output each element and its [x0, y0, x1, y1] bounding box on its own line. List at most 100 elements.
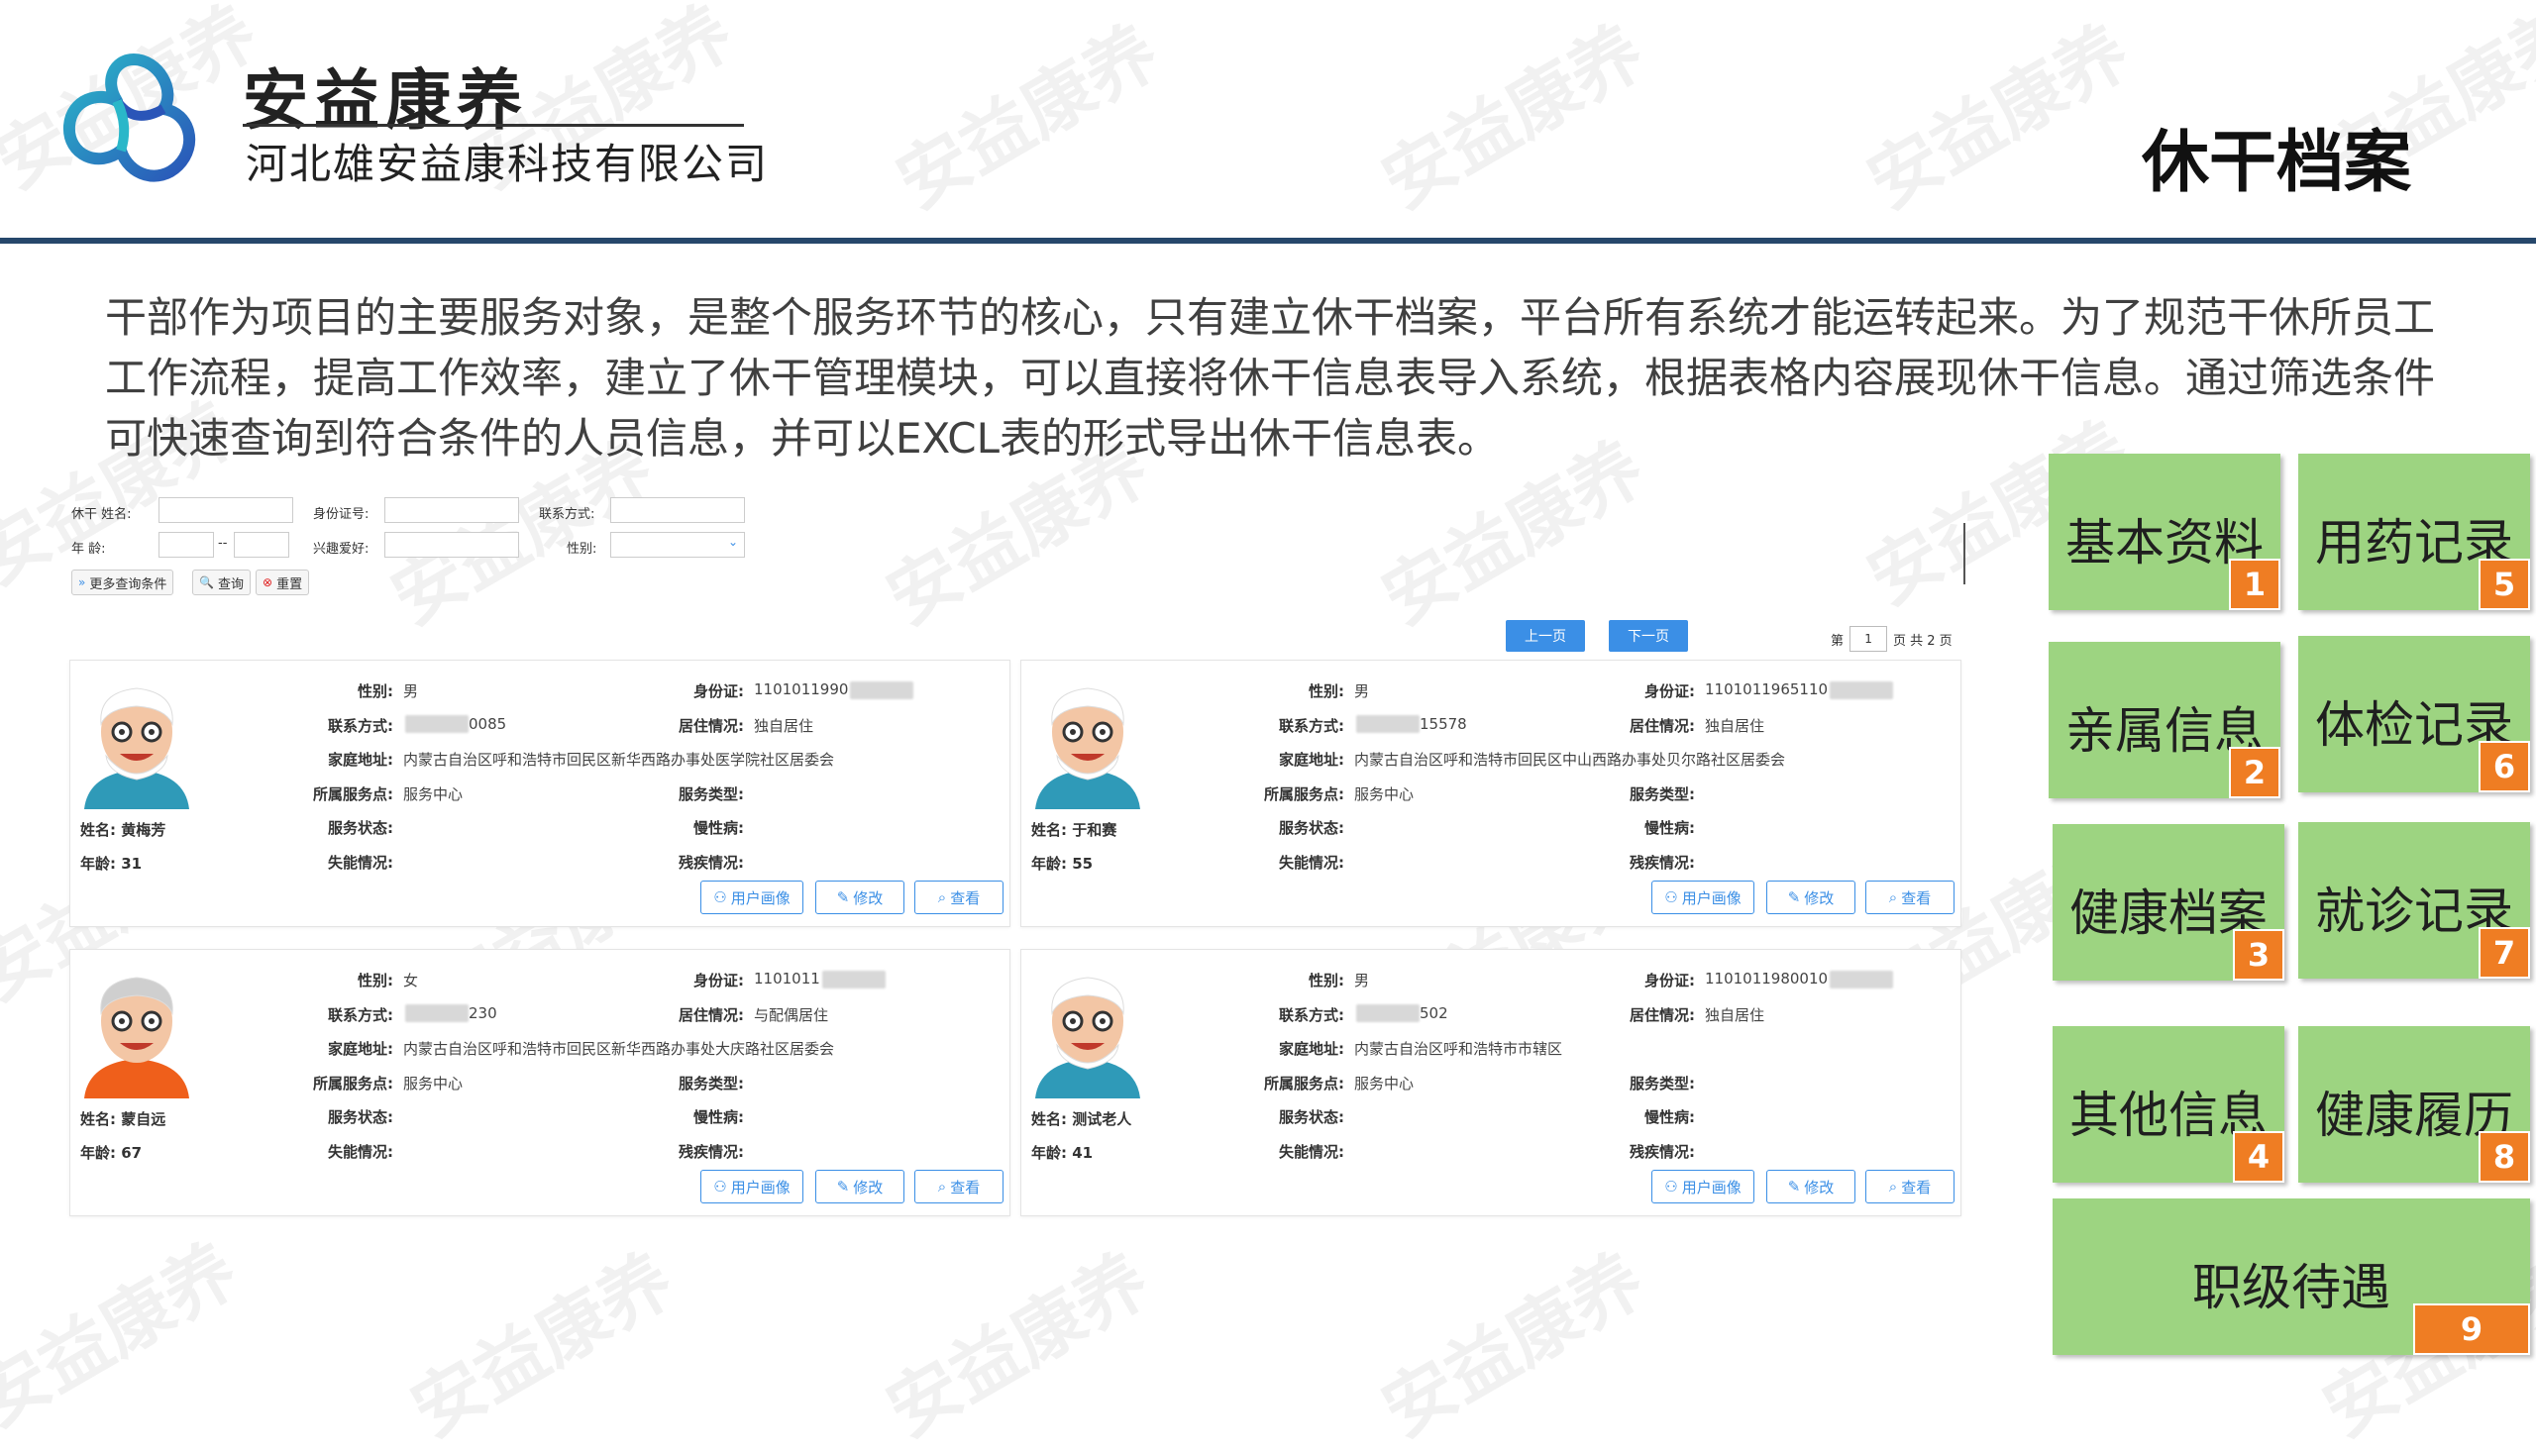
person-age: 年龄: 31: [80, 855, 143, 873]
field-value-living: 独自居住: [754, 716, 814, 735]
hobby-input[interactable]: [384, 532, 519, 558]
watermark-text: 安益康养: [873, 1237, 1162, 1453]
user-portrait-button[interactable]: ⚇ 用户画像: [1651, 881, 1754, 914]
chevron-down-icon: ⌄: [727, 535, 738, 549]
field-value-address: 内蒙古自治区呼和浩特市市辖区: [1354, 1040, 1563, 1058]
age-label: 年 龄:: [71, 542, 106, 557]
field-label: 身份证:: [693, 682, 744, 700]
view-button[interactable]: ⌕ 查看: [1865, 1170, 1955, 1203]
id-input[interactable]: [384, 497, 519, 523]
next-page-button[interactable]: 下一页: [1609, 620, 1688, 652]
edit-button[interactable]: ✎ 修改: [1766, 1170, 1855, 1203]
field-label: 联系方式:: [328, 1005, 393, 1024]
age-min-input[interactable]: [158, 532, 214, 558]
double-chevron-down-icon: »: [78, 575, 86, 589]
tile-health-record[interactable]: 健康档案 3: [2053, 824, 2284, 981]
more-conditions-button[interactable]: » 更多查询条件: [71, 570, 174, 595]
field-value-address: 内蒙古自治区呼和浩特市回民区新华西路办事处医学院社区居委会: [403, 751, 835, 769]
field-label: 失能情况:: [1279, 1142, 1344, 1161]
prev-page-button[interactable]: 上一页: [1506, 620, 1585, 652]
reset-button[interactable]: ⊗ 重置: [256, 570, 310, 595]
field-value-living: 与配偶居住: [754, 1005, 829, 1024]
field-value-gender: 男: [403, 682, 419, 700]
edit-button[interactable]: ✎ 修改: [1766, 881, 1855, 914]
field-value-gender: 男: [1354, 972, 1370, 989]
button-label: 用户画像: [1681, 1178, 1742, 1196]
tile-other-info[interactable]: 其他信息 4: [2053, 1026, 2284, 1183]
field-value-contact: 230: [403, 1004, 497, 1022]
edit-button[interactable]: ✎ 修改: [815, 1170, 904, 1203]
person-card: 姓名: 蒙自远 年龄: 67 性别: 女联系方式: 230 家庭地址: 内蒙古自治区呼和浩特…: [69, 949, 1010, 1216]
field-label: 服务类型:: [1630, 784, 1695, 803]
edit-button[interactable]: ✎ 修改: [815, 881, 904, 914]
name-label: 休干 姓名:: [71, 507, 132, 522]
user-portrait-button[interactable]: ⚇ 用户画像: [700, 881, 803, 914]
field-value-address: 内蒙古自治区呼和浩特市回民区新华西路办事处大庆路社区居委会: [403, 1040, 835, 1058]
tile-health-history[interactable]: 健康履历 8: [2298, 1026, 2530, 1183]
field-label: 慢性病:: [1644, 1108, 1695, 1126]
search-icon: 🔍: [199, 575, 214, 589]
masked-value: [1356, 715, 1420, 733]
gender-label: 性别:: [567, 542, 597, 557]
intro-paragraph: 干部作为项目的主要服务对象，是整个服务环节的核心，只有建立休干档案，平台所有系统…: [105, 293, 2436, 463]
name-input[interactable]: [158, 497, 293, 523]
tile-checkup[interactable]: 体检记录 6: [2298, 636, 2530, 792]
field-label: 失能情况:: [328, 853, 393, 872]
field-label: 性别:: [1309, 682, 1344, 700]
pager-prefix: 第: [1831, 633, 1845, 649]
tile-basic-info[interactable]: 基本资料 1: [2049, 454, 2280, 610]
field-label: 联系方式:: [1279, 1005, 1344, 1024]
field-label: 家庭地址:: [1279, 751, 1344, 769]
field-label: 性别:: [1309, 972, 1344, 989]
view-button[interactable]: ⌕ 查看: [1865, 881, 1955, 914]
page-number-input[interactable]: 1: [1849, 626, 1888, 652]
tile-rank-benefits[interactable]: 职级待遇 9: [2053, 1198, 2530, 1355]
field-label: 居住情况:: [1630, 716, 1695, 735]
tile-badge: 5: [2479, 559, 2530, 610]
view-button[interactable]: ⌕ 查看: [914, 1170, 1004, 1203]
contact-input[interactable]: [610, 497, 745, 523]
field-label: 失能情况:: [328, 1142, 393, 1161]
view-button[interactable]: ⌕ 查看: [914, 881, 1004, 914]
field-label: 服务状态:: [328, 819, 393, 837]
tile-medication[interactable]: 用药记录 5: [2298, 454, 2530, 610]
user-portrait-button[interactable]: ⚇ 用户画像: [1651, 1170, 1754, 1203]
gender-select[interactable]: ⌄: [610, 532, 745, 558]
person-name: 姓名: 测试老人: [1031, 1110, 1132, 1128]
query-button[interactable]: 🔍 查询: [192, 570, 251, 595]
person-name: 姓名: 黄梅芳: [80, 821, 166, 839]
search-icon: ⌕: [937, 1178, 947, 1196]
masked-value: [1830, 680, 1894, 699]
button-label: 修改: [853, 1178, 884, 1196]
watermark-text: 安益康养: [397, 1237, 687, 1453]
button-label: 查看: [1901, 888, 1932, 907]
tile-badge: 7: [2479, 927, 2530, 979]
user-portrait-button[interactable]: ⚇ 用户画像: [700, 1170, 803, 1203]
field-value-living: 独自居住: [1705, 716, 1765, 735]
age-max-input[interactable]: [234, 532, 289, 558]
field-label: 服务状态:: [1279, 819, 1344, 837]
user-icon: ⚇: [713, 1178, 727, 1196]
field-label: 残疾情况:: [1630, 1142, 1695, 1161]
field-value-gender: 男: [1354, 682, 1370, 700]
field-label: 残疾情况:: [1630, 853, 1695, 872]
field-label: 服务类型:: [679, 1074, 744, 1092]
button-label: 用户画像: [730, 1178, 791, 1196]
tile-visit-record[interactable]: 就诊记录 7: [2298, 822, 2530, 979]
field-value-service-point: 服务中心: [403, 784, 464, 803]
field-value-contact: 502: [1354, 1004, 1448, 1022]
watermark-text: 安益康养: [883, 9, 1172, 225]
field-value-id-card: 1101011: [754, 970, 886, 988]
tile-relatives[interactable]: 亲属信息 2: [2049, 642, 2280, 798]
person-age: 年龄: 41: [1031, 1144, 1094, 1162]
pager-suffix: 页 共 2 页: [1893, 633, 1953, 649]
field-label: 服务状态:: [1279, 1108, 1344, 1126]
field-label: 所属服务点:: [313, 1074, 393, 1092]
button-label: 查看: [950, 888, 981, 907]
field-label: 联系方式:: [1279, 716, 1344, 735]
contact-label: 联系方式:: [539, 507, 595, 522]
field-label: 慢性病:: [693, 819, 744, 837]
field-label: 居住情况:: [679, 1005, 744, 1024]
field-label: 服务类型:: [1630, 1074, 1695, 1092]
tile-badge: 4: [2233, 1131, 2284, 1183]
